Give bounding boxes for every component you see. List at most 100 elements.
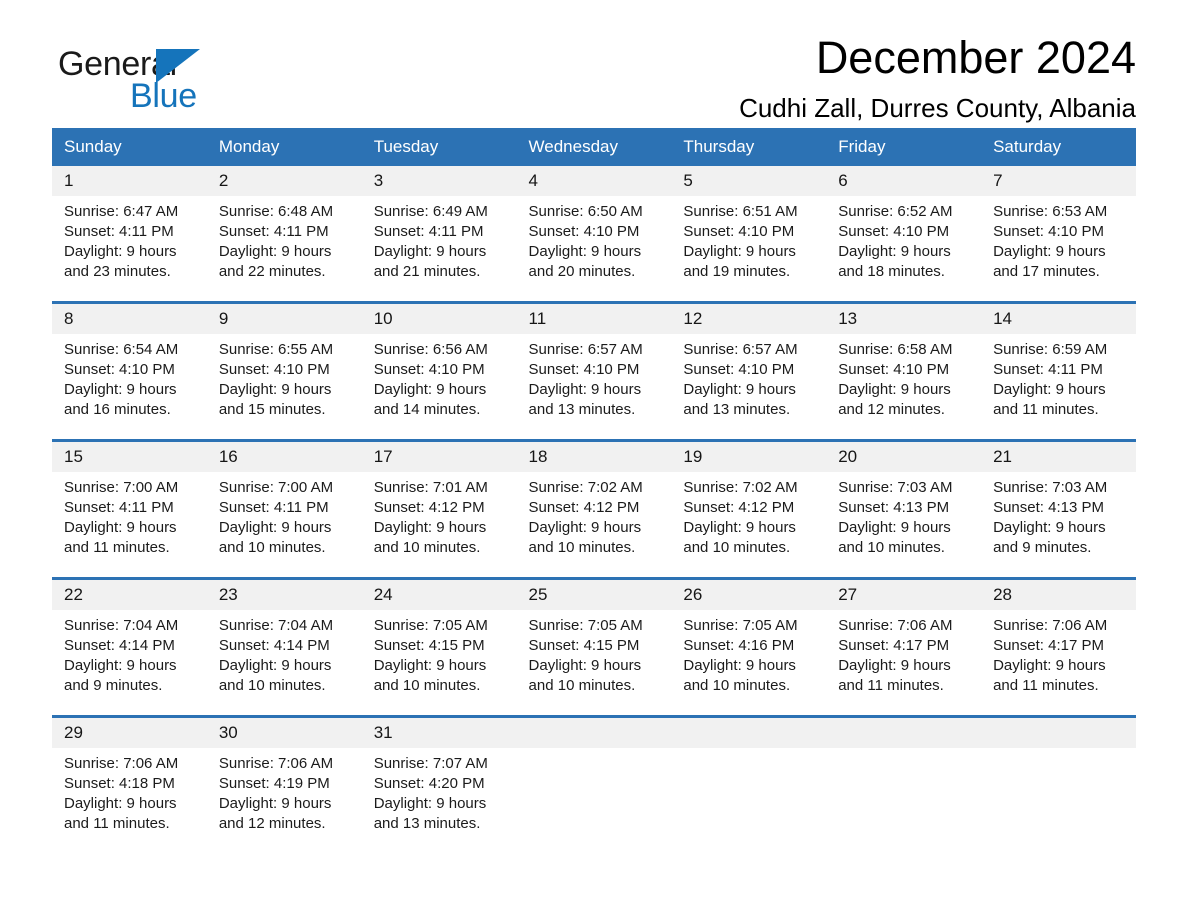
sunset-text: Sunset: 4:11 PM bbox=[993, 361, 1103, 378]
calendar-day-cell[interactable]: 9 Sunrise: 6:55 AM Sunset: 4:10 PM Daylight… bbox=[206, 301, 362, 441]
logo-text-blue: Blue bbox=[130, 77, 197, 115]
page-title: December 2024 bbox=[815, 32, 1136, 83]
day-number: 23 bbox=[206, 580, 362, 610]
calendar-day-cell[interactable]: 28 Sunrise: 7:06 AM Sunset: 4:17 PM Dayligh… bbox=[981, 577, 1136, 717]
calendar-day-cell[interactable]: 14 Sunrise: 6:59 AM Sunset: 4:11 PM Dayligh… bbox=[981, 301, 1136, 441]
calendar-day-cell[interactable]: 7 Sunrise: 6:53 AM Sunset: 4:10 PM Daylight… bbox=[981, 166, 1136, 303]
sunrise-text: Sunrise: 7:04 AM bbox=[64, 617, 179, 634]
daylight-text-line1: Daylight: 9 hours bbox=[373, 657, 487, 674]
calendar-day-cell[interactable]: 24 Sunrise: 7:05 AM Sunset: 4:15 PM Dayligh… bbox=[361, 577, 517, 717]
sunset-text: Sunset: 4:12 PM bbox=[683, 499, 795, 516]
day-number: 4 bbox=[516, 166, 672, 196]
calendar-week-row: 1 Sunrise: 6:47 AM Sunset: 4:11 PM Daylight… bbox=[52, 166, 1136, 303]
sunrise-text: Sunrise: 7:06 AM bbox=[64, 755, 179, 772]
daylight-text-line2: and 11 minutes. bbox=[64, 539, 170, 556]
daylight-text-line1: Daylight: 9 hours bbox=[373, 519, 487, 536]
daylight-text-line1: Daylight: 9 hours bbox=[993, 381, 1106, 398]
calendar-day-cell[interactable]: 4 Sunrise: 6:50 AM Sunset: 4:10 PM Daylight… bbox=[516, 166, 672, 303]
sunrise-text: Sunrise: 6:58 AM bbox=[838, 341, 953, 358]
calendar-day-cell[interactable]: 10 Sunrise: 6:56 AM Sunset: 4:10 PM Dayligh… bbox=[361, 301, 517, 441]
calendar-day-cell[interactable]: 16 Sunrise: 7:00 AM Sunset: 4:11 PM Dayligh… bbox=[206, 439, 362, 579]
calendar-week-row: 15 Sunrise: 7:00 AM Sunset: 4:11 PM Dayligh… bbox=[52, 439, 1136, 579]
sunrise-text: Sunrise: 7:02 AM bbox=[683, 479, 798, 496]
day-info: Sunrise: 6:59 AM Sunset: 4:11 PM Daylight:… bbox=[981, 334, 1136, 420]
daylight-text-line2: and 10 minutes. bbox=[528, 539, 636, 556]
daylight-text-line2: and 22 minutes. bbox=[218, 263, 326, 280]
calendar-day-cell[interactable]: 6 Sunrise: 6:52 AM Sunset: 4:10 PM Daylight… bbox=[826, 166, 982, 303]
daylight-text-line1: Daylight: 9 hours bbox=[993, 657, 1106, 674]
day-number bbox=[671, 718, 827, 748]
calendar-day-cell[interactable]: 15 Sunrise: 7:00 AM Sunset: 4:11 PM Dayligh… bbox=[52, 439, 207, 579]
day-info: Sunrise: 6:53 AM Sunset: 4:10 PM Daylight:… bbox=[981, 196, 1136, 282]
daylight-text-line2: and 19 minutes. bbox=[683, 263, 791, 280]
day-info: Sunrise: 7:06 AM Sunset: 4:18 PM Daylight:… bbox=[52, 748, 207, 834]
calendar-day-cell[interactable]: 3 Sunrise: 6:49 AM Sunset: 4:11 PM Daylight… bbox=[361, 166, 517, 303]
calendar-day-cell[interactable]: 25 Sunrise: 7:05 AM Sunset: 4:15 PM Dayligh… bbox=[516, 577, 672, 717]
day-number: 30 bbox=[206, 718, 362, 748]
sunrise-text: Sunrise: 6:53 AM bbox=[993, 203, 1108, 220]
weekday-header-sunday: Sunday bbox=[52, 128, 207, 166]
day-info: Sunrise: 6:57 AM Sunset: 4:10 PM Daylight:… bbox=[671, 334, 826, 420]
sunset-text: Sunset: 4:10 PM bbox=[528, 361, 640, 378]
sunset-text: Sunset: 4:19 PM bbox=[218, 775, 330, 792]
day-info: Sunrise: 7:03 AM Sunset: 4:13 PM Daylight:… bbox=[981, 472, 1136, 558]
sunset-text: Sunset: 4:11 PM bbox=[218, 499, 329, 516]
day-number: 2 bbox=[206, 166, 362, 196]
calendar-day-cell[interactable]: 2 Sunrise: 6:48 AM Sunset: 4:11 PM Daylight… bbox=[206, 166, 362, 303]
calendar-day-cell[interactable]: 29 Sunrise: 7:06 AM Sunset: 4:18 PM Dayligh… bbox=[52, 715, 207, 853]
calendar-day-cell[interactable]: 23 Sunrise: 7:04 AM Sunset: 4:14 PM Dayligh… bbox=[206, 577, 362, 717]
calendar-day-cell[interactable]: 11 Sunrise: 6:57 AM Sunset: 4:10 PM Dayligh… bbox=[516, 301, 672, 441]
sunrise-text: Sunrise: 7:00 AM bbox=[218, 479, 334, 496]
daylight-text-line2: and 10 minutes. bbox=[838, 539, 945, 556]
sunset-text: Sunset: 4:17 PM bbox=[993, 637, 1104, 654]
calendar-day-cell[interactable]: 22 Sunrise: 7:04 AM Sunset: 4:14 PM Dayligh… bbox=[52, 577, 207, 717]
calendar-day-cell[interactable]: 31 Sunrise: 7:07 AM Sunset: 4:20 PM Dayligh… bbox=[361, 715, 517, 853]
day-number: 15 bbox=[52, 442, 207, 472]
calendar-day-cell-empty bbox=[516, 715, 672, 853]
general-blue-logo[interactable]: General Blue bbox=[58, 45, 258, 115]
calendar-day-cell[interactable]: 8 Sunrise: 6:54 AM Sunset: 4:10 PM Daylight… bbox=[52, 301, 207, 441]
daylight-text-line2: and 10 minutes. bbox=[218, 677, 326, 694]
sunset-text: Sunset: 4:10 PM bbox=[838, 361, 950, 378]
weekday-header-thursday: Thursday bbox=[671, 128, 827, 166]
sunset-text: Sunset: 4:17 PM bbox=[838, 637, 950, 654]
calendar-day-cell[interactable]: 19 Sunrise: 7:02 AM Sunset: 4:12 PM Dayligh… bbox=[671, 439, 827, 579]
daylight-text-line2: and 10 minutes. bbox=[683, 539, 791, 556]
calendar-day-cell[interactable]: 20 Sunrise: 7:03 AM Sunset: 4:13 PM Dayligh… bbox=[826, 439, 982, 579]
daylight-text-line1: Daylight: 9 hours bbox=[683, 243, 796, 260]
day-info: Sunrise: 7:02 AM Sunset: 4:12 PM Daylight:… bbox=[517, 472, 672, 558]
calendar-day-cell[interactable]: 1 Sunrise: 6:47 AM Sunset: 4:11 PM Daylight… bbox=[52, 166, 207, 303]
day-info: Sunrise: 7:05 AM Sunset: 4:16 PM Daylight:… bbox=[671, 610, 826, 696]
day-info: Sunrise: 7:02 AM Sunset: 4:12 PM Daylight:… bbox=[671, 472, 826, 558]
daylight-text-line2: and 9 minutes. bbox=[993, 539, 1092, 556]
sunset-text: Sunset: 4:11 PM bbox=[373, 223, 484, 240]
calendar-day-cell[interactable]: 30 Sunrise: 7:06 AM Sunset: 4:19 PM Dayligh… bbox=[206, 715, 362, 853]
sunrise-text: Sunrise: 6:59 AM bbox=[993, 341, 1108, 358]
day-number: 10 bbox=[361, 304, 517, 334]
day-number bbox=[981, 718, 1136, 748]
sunrise-text: Sunrise: 7:04 AM bbox=[218, 617, 334, 634]
calendar-day-cell[interactable]: 21 Sunrise: 7:03 AM Sunset: 4:13 PM Dayligh… bbox=[981, 439, 1136, 579]
calendar-day-cell[interactable]: 13 Sunrise: 6:58 AM Sunset: 4:10 PM Dayligh… bbox=[826, 301, 982, 441]
calendar-day-cell[interactable]: 26 Sunrise: 7:05 AM Sunset: 4:16 PM Dayligh… bbox=[671, 577, 827, 717]
sunset-text: Sunset: 4:12 PM bbox=[528, 499, 640, 516]
sunrise-text: Sunrise: 6:49 AM bbox=[373, 203, 488, 220]
daylight-text-line1: Daylight: 9 hours bbox=[64, 381, 177, 398]
day-number: 7 bbox=[981, 166, 1136, 196]
calendar-day-cell[interactable]: 5 Sunrise: 6:51 AM Sunset: 4:10 PM Daylight… bbox=[671, 166, 827, 303]
day-number: 12 bbox=[671, 304, 827, 334]
day-info: Sunrise: 6:50 AM Sunset: 4:10 PM Daylight:… bbox=[517, 196, 672, 282]
day-info: Sunrise: 6:49 AM Sunset: 4:11 PM Daylight:… bbox=[362, 196, 517, 282]
sunrise-text: Sunrise: 7:00 AM bbox=[64, 479, 179, 496]
daylight-text-line1: Daylight: 9 hours bbox=[528, 657, 642, 674]
daylight-text-line1: Daylight: 9 hours bbox=[64, 519, 177, 536]
day-info: Sunrise: 7:00 AM Sunset: 4:11 PM Daylight:… bbox=[207, 472, 362, 558]
daylight-text-line2: and 10 minutes. bbox=[528, 677, 636, 694]
calendar-day-cell[interactable]: 27 Sunrise: 7:06 AM Sunset: 4:17 PM Dayligh… bbox=[826, 577, 982, 717]
calendar-day-cell[interactable]: 18 Sunrise: 7:02 AM Sunset: 4:12 PM Dayligh… bbox=[516, 439, 672, 579]
day-number: 13 bbox=[826, 304, 982, 334]
sunrise-text: Sunrise: 7:03 AM bbox=[838, 479, 953, 496]
calendar-day-cell[interactable]: 12 Sunrise: 6:57 AM Sunset: 4:10 PM Dayligh… bbox=[671, 301, 827, 441]
daylight-text-line1: Daylight: 9 hours bbox=[838, 381, 951, 398]
calendar-day-cell[interactable]: 17 Sunrise: 7:01 AM Sunset: 4:12 PM Dayligh… bbox=[361, 439, 517, 579]
